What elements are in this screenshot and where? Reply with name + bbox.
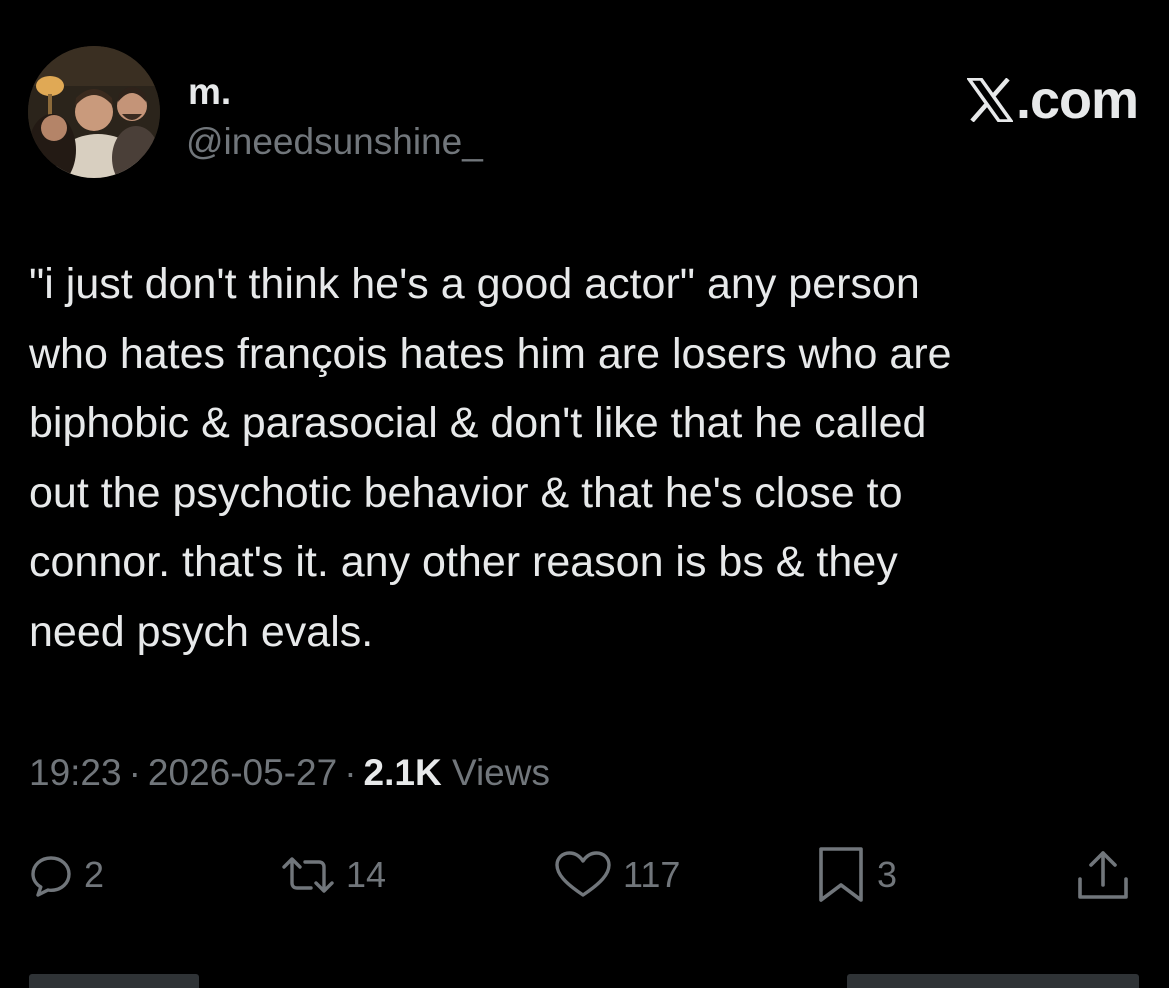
tweet-meta: 19:23 · 2026-05-27 · 2.1K Views [29,748,550,798]
tweet-text: "i just don't think he's a good actor" a… [29,250,1139,667]
avatar-photo [28,46,160,178]
brand-watermark: .com [966,70,1139,130]
user-handle[interactable]: @ineedsunshine_ [186,120,483,164]
meta-separator: · [344,752,357,793]
share-icon [1078,851,1128,899]
reply-count: 2 [84,854,105,895]
meta-separator: · [128,752,141,793]
repost-button[interactable]: 14 [280,842,386,908]
repost-icon [282,857,334,893]
avatar[interactable] [28,46,160,178]
reply-icon [31,856,71,897]
tweet-text-line: "i just don't think he's a good actor" a… [29,260,920,308]
tweet-text-line: connor. that's it. any other reason is b… [29,538,898,586]
cutoff-text [29,974,199,988]
share-button[interactable] [1075,842,1131,908]
cutoff-next-row [29,968,1139,988]
tweet-date[interactable]: 2026-05-27 [148,752,337,793]
repost-count: 14 [346,854,387,895]
cutoff-text [847,974,1139,988]
tweet-time[interactable]: 19:23 [29,752,122,793]
bookmark-icon [819,847,863,902]
tweet: m. @ineedsunshine_ .com "i just don't th… [0,0,1169,988]
brand-text: .com [1015,70,1139,130]
views-count: 2.1K [363,752,442,793]
tweet-header: m. @ineedsunshine_ .com [28,46,1139,180]
views-label: Views [451,752,550,793]
heart-icon [555,851,611,897]
display-name[interactable]: m. [188,72,231,112]
reply-button[interactable]: 2 [28,842,104,908]
tweet-text-line: need psych evals. [29,607,374,656]
like-button[interactable]: 117 [553,842,680,908]
tweet-text-line: out the psychotic behavior & that he's c… [29,468,903,517]
action-bar: 2 14 117 3 [0,842,1169,908]
x-logo-icon [966,78,1013,122]
bookmark-count: 3 [877,854,898,895]
bookmark-button[interactable]: 3 [817,842,897,908]
tweet-text-line: who hates françois hates him are losers … [29,329,952,378]
tweet-text-line: biphobic & parasocial & don't like that … [29,399,927,447]
like-count: 117 [623,854,681,895]
